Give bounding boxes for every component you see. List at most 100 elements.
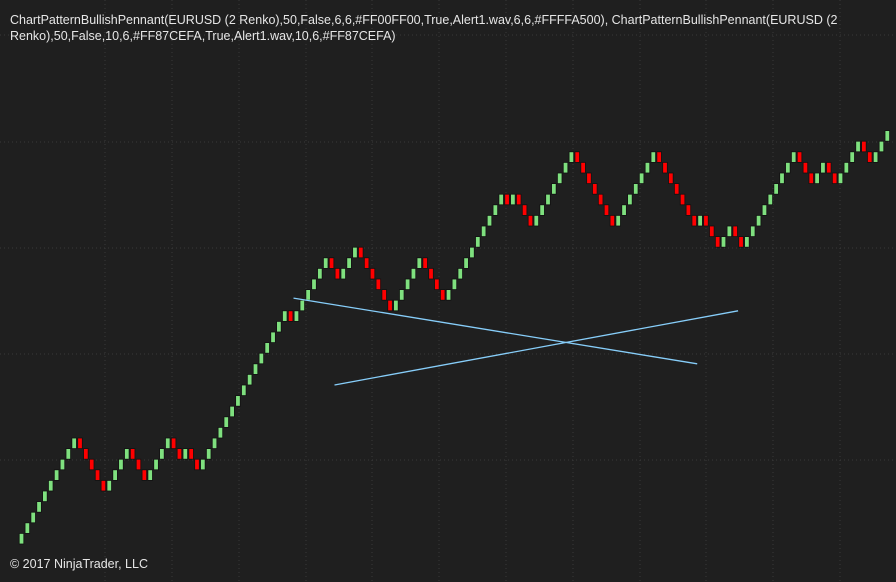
renko-brick-up: [299, 299, 305, 312]
renko-brick-up: [820, 161, 826, 174]
renko-brick-up: [340, 267, 346, 280]
renko-brick-up: [223, 416, 229, 428]
renko-brick-up: [773, 183, 779, 195]
renko-brick-up: [872, 151, 879, 163]
renko-brick-up: [71, 437, 77, 450]
renko-brick-up: [252, 363, 259, 375]
renko-brick-up: [106, 479, 112, 492]
renko-brick-down: [358, 246, 364, 259]
renko-brick-up: [720, 236, 727, 248]
renko-brick-up: [755, 214, 762, 227]
renko-brick-down: [574, 151, 580, 163]
renko-chart[interactable]: [0, 0, 896, 582]
renko-brick-down: [369, 267, 376, 280]
renko-brick-up: [633, 183, 639, 195]
renko-brick-down: [738, 236, 744, 248]
renko-brick-down: [504, 193, 510, 206]
renko-brick-up: [258, 352, 265, 365]
renko-brick-down: [141, 469, 148, 481]
renko-brick-down: [434, 278, 440, 291]
renko-brick-down: [422, 257, 428, 269]
renko-brick-up: [153, 458, 159, 471]
renko-brick-up: [562, 161, 569, 174]
renko-brick-up: [650, 151, 656, 163]
renko-brick-down: [77, 437, 83, 450]
renko-brick-up: [878, 140, 885, 153]
renko-brick-up: [615, 214, 621, 227]
renko-brick-down: [609, 214, 616, 227]
pennant-upper-trendline: [293, 297, 698, 365]
renko-brick-up: [644, 161, 651, 174]
renko-brick-up: [346, 257, 352, 269]
renko-brick-up: [557, 172, 563, 185]
renko-brick-up: [311, 278, 317, 291]
renko-brick-up: [445, 289, 452, 301]
renko-brick-down: [375, 278, 382, 291]
renko-brick-up: [627, 193, 633, 206]
renko-brick-up: [404, 278, 411, 291]
renko-brick-up: [475, 236, 481, 248]
renko-brick-down: [679, 193, 686, 206]
renko-brick-up: [205, 448, 212, 460]
renko-brick-up: [59, 458, 66, 471]
renko-brick-up: [814, 172, 820, 185]
renko-brick-down: [691, 214, 697, 227]
copyright-text: © 2017 NinjaTrader, LLC: [10, 557, 148, 571]
renko-brick-down: [328, 257, 335, 269]
renko-brick-up: [42, 490, 48, 503]
renko-brick-up: [779, 172, 785, 185]
renko-brick-up: [785, 161, 791, 174]
renko-brick-up: [352, 246, 358, 259]
renko-brick-up: [36, 501, 42, 513]
renko-brick-up: [457, 267, 463, 280]
renko-brick-down: [580, 161, 586, 174]
renko-brick-up: [884, 130, 890, 142]
renko-brick-down: [188, 448, 194, 460]
renko-brick-up: [246, 373, 253, 386]
renko-brick-down: [129, 448, 136, 460]
renko-brick-down: [656, 151, 662, 163]
renko-bricks: [18, 130, 890, 545]
renko-brick-up: [30, 511, 36, 524]
renko-brick-up: [305, 289, 311, 301]
renko-brick-down: [732, 225, 738, 238]
pennant-lower-trendline: [334, 310, 739, 386]
renko-brick-up: [65, 448, 71, 460]
renko-brick-up: [124, 448, 130, 460]
renko-brick-up: [264, 342, 270, 354]
renko-brick-down: [867, 151, 873, 163]
renko-brick-up: [761, 204, 768, 216]
renko-brick-down: [802, 161, 809, 174]
renko-brick-up: [53, 469, 60, 481]
renko-brick-down: [439, 289, 446, 301]
renko-brick-up: [750, 225, 756, 238]
renko-brick-up: [621, 204, 627, 216]
renko-brick-up: [697, 214, 703, 227]
renko-brick-up: [24, 522, 31, 534]
renko-brick-up: [18, 533, 25, 545]
renko-brick-down: [100, 479, 107, 492]
renko-brick-up: [147, 469, 153, 481]
renko-brick-up: [276, 320, 282, 333]
renko-brick-down: [89, 458, 95, 471]
renko-brick-up: [211, 437, 218, 450]
renko-brick-down: [709, 225, 715, 238]
renko-brick-down: [387, 299, 393, 312]
renko-brick-up: [551, 183, 557, 195]
renko-brick-up: [492, 204, 499, 216]
renko-brick-down: [428, 267, 434, 280]
renko-brick-down: [135, 458, 142, 471]
renko-brick-up: [399, 289, 405, 301]
renko-brick-down: [831, 172, 838, 185]
renko-brick-down: [94, 469, 101, 481]
renko-brick-up: [533, 214, 539, 227]
renko-brick-up: [217, 426, 224, 439]
renko-brick-up: [410, 267, 417, 280]
renko-brick-down: [170, 437, 177, 450]
renko-brick-down: [521, 204, 528, 216]
renko-brick-up: [837, 172, 844, 185]
renko-brick-up: [241, 384, 247, 397]
renko-brick-up: [165, 437, 171, 450]
renko-brick-up: [463, 257, 469, 269]
renko-brick-up: [498, 193, 504, 206]
